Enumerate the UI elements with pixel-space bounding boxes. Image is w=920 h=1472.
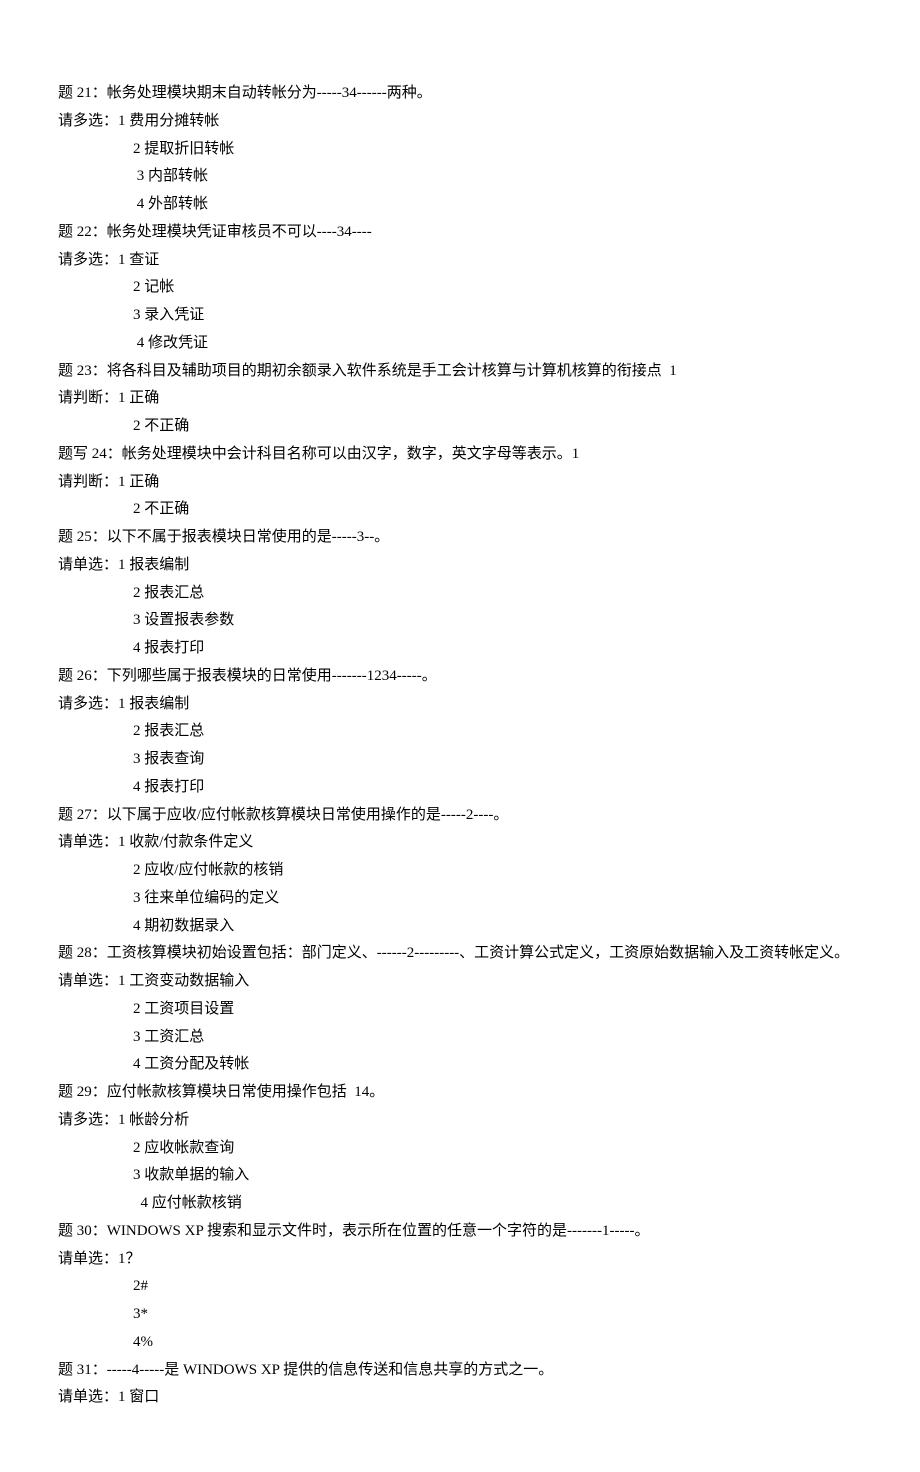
question-title: 题 27：以下属于应收/应付帐款核算模块日常使用操作的是-----2----。	[58, 802, 862, 830]
option-text: 1 窗口	[118, 1389, 159, 1405]
question-option: 4%	[58, 1329, 862, 1357]
question-option: 3 录入凭证	[58, 302, 862, 330]
question-prompt: 请多选：	[58, 252, 118, 268]
question-prompt: 请多选：	[58, 696, 118, 712]
question-option: 2 记帐	[58, 274, 862, 302]
question-title: 题 23：将各科目及辅助项目的期初余额录入软件系统是手工会计核算与计算机核算的衔…	[58, 358, 862, 386]
question-option: 请多选：1 费用分摊转帐	[58, 108, 862, 136]
question-option: 3 报表查询	[58, 746, 862, 774]
document-body: 题 21：帐务处理模块期末自动转帐分为-----34------两种。请多选：1…	[58, 80, 862, 1412]
option-text: 1 收款/付款条件定义	[118, 834, 253, 850]
question-option: 请判断：1 正确	[58, 469, 862, 497]
question-option: 4 报表打印	[58, 635, 862, 663]
question-prompt: 请单选：	[58, 834, 118, 850]
question-option: 3 工资汇总	[58, 1024, 862, 1052]
question-option: 2 报表汇总	[58, 718, 862, 746]
question-title: 题 28：工资核算模块初始设置包括：部门定义、------2---------、…	[58, 940, 862, 968]
option-text: 1 费用分摊转帐	[118, 113, 219, 129]
question-option: 2 应收/应付帐款的核销	[58, 857, 862, 885]
question-option: 请判断：1 正确	[58, 385, 862, 413]
question-option: 2 报表汇总	[58, 580, 862, 608]
question-option: 3 内部转帐	[58, 163, 862, 191]
question-title: 题 25：以下不属于报表模块日常使用的是-----3--。	[58, 524, 862, 552]
option-text: 1 正确	[118, 474, 159, 490]
question-option: 2 不正确	[58, 496, 862, 524]
question-option: 请单选：1 窗口	[58, 1384, 862, 1412]
question-prompt: 请单选：	[58, 557, 118, 573]
question-prompt: 请多选：	[58, 113, 118, 129]
question-prompt: 请单选：	[58, 973, 118, 989]
question-title: 题写 24：帐务处理模块中会计科目名称可以由汉字，数字，英文字母等表示。1	[58, 441, 862, 469]
question-option: 请单选：1 工资变动数据输入	[58, 968, 862, 996]
question-option: 请单选：1？	[58, 1246, 862, 1274]
option-text: 1 报表编制	[118, 557, 189, 573]
option-text: 1 正确	[118, 390, 159, 406]
question-option: 2 不正确	[58, 413, 862, 441]
question-title: 题 22：帐务处理模块凭证审核员不可以----34----	[58, 219, 862, 247]
question-option: 2 应收帐款查询	[58, 1135, 862, 1163]
question-option: 4 外部转帐	[58, 191, 862, 219]
question-option: 3 收款单据的输入	[58, 1162, 862, 1190]
question-option: 3 设置报表参数	[58, 607, 862, 635]
question-prompt: 请判断：	[58, 390, 118, 406]
option-text: 1？	[118, 1251, 141, 1267]
question-title: 题 29：应付帐款核算模块日常使用操作包括 14。	[58, 1079, 862, 1107]
question-prompt: 请单选：	[58, 1251, 118, 1267]
question-option: 4 工资分配及转帐	[58, 1051, 862, 1079]
question-option: 请多选：1 报表编制	[58, 691, 862, 719]
option-text: 1 报表编制	[118, 696, 189, 712]
question-option: 2#	[58, 1273, 862, 1301]
question-option: 2 工资项目设置	[58, 996, 862, 1024]
question-option: 请单选：1 报表编制	[58, 552, 862, 580]
question-prompt: 请多选：	[58, 1112, 118, 1128]
question-option: 请多选：1 查证	[58, 247, 862, 275]
question-option: 4 应付帐款核销	[58, 1190, 862, 1218]
question-option: 4 期初数据录入	[58, 913, 862, 941]
option-text: 1 查证	[118, 252, 159, 268]
question-title: 题 30：WINDOWS XP 搜索和显示文件时，表示所在位置的任意一个字符的是…	[58, 1218, 862, 1246]
question-title: 题 31：-----4-----是 WINDOWS XP 提供的信息传送和信息共…	[58, 1357, 862, 1385]
question-prompt: 请单选：	[58, 1389, 118, 1405]
question-option: 4 报表打印	[58, 774, 862, 802]
question-option: 请单选：1 收款/付款条件定义	[58, 829, 862, 857]
question-option: 2 提取折旧转帐	[58, 136, 862, 164]
option-text: 1 工资变动数据输入	[118, 973, 249, 989]
question-option: 3 往来单位编码的定义	[58, 885, 862, 913]
question-title: 题 26：下列哪些属于报表模块的日常使用-------1234-----。	[58, 663, 862, 691]
question-option: 3*	[58, 1301, 862, 1329]
question-option: 请多选：1 帐龄分析	[58, 1107, 862, 1135]
question-option: 4 修改凭证	[58, 330, 862, 358]
question-prompt: 请判断：	[58, 474, 118, 490]
option-text: 1 帐龄分析	[118, 1112, 189, 1128]
question-title: 题 21：帐务处理模块期末自动转帐分为-----34------两种。	[58, 80, 862, 108]
